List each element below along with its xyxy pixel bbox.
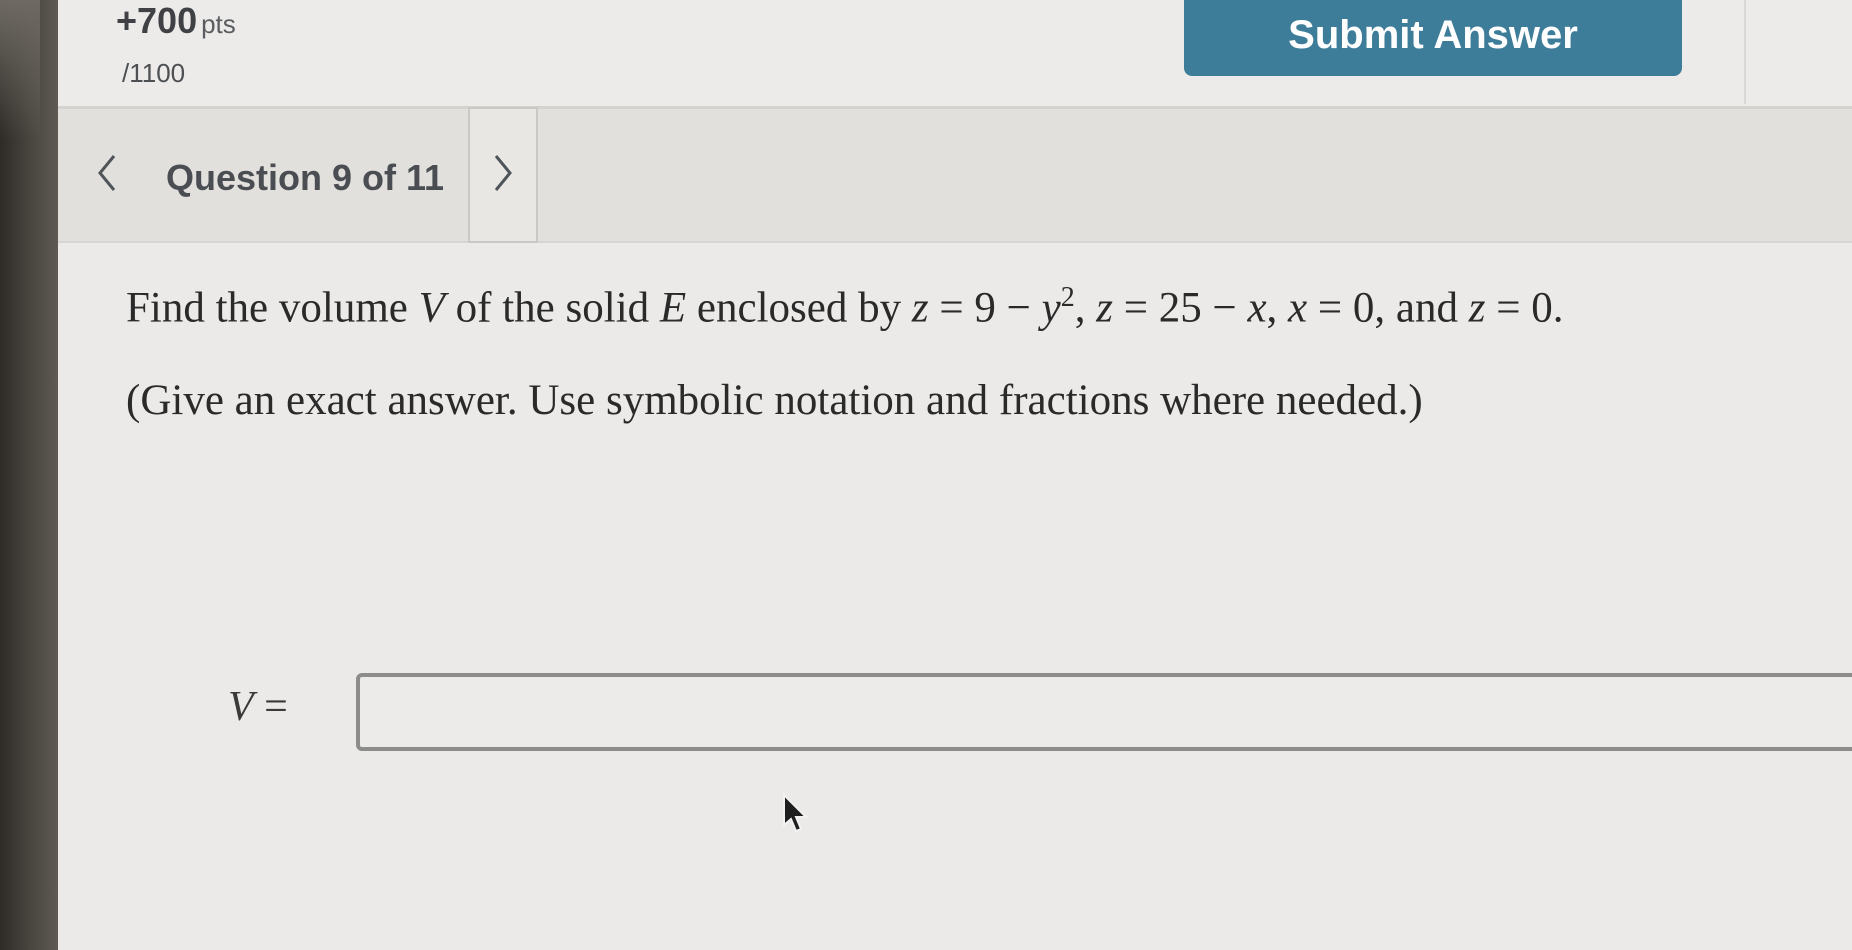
bezel-shade bbox=[0, 0, 40, 140]
points-total: /1100 bbox=[122, 58, 186, 88]
eq4-rhs: = 0. bbox=[1485, 284, 1564, 332]
eq1-lhs: z bbox=[911, 284, 929, 332]
points-value: +700 bbox=[116, 0, 198, 41]
chevron-left-icon bbox=[94, 152, 120, 199]
answer-instructions: (Give an exact answer. Use symbolic nota… bbox=[126, 377, 1423, 424]
prompt-text: of the solid bbox=[444, 284, 660, 332]
prompt-text: enclosed by bbox=[686, 284, 912, 332]
var-v: V bbox=[418, 284, 445, 332]
eq1-var: y bbox=[1041, 284, 1061, 332]
monitor-bezel bbox=[0, 0, 58, 950]
mouse-pointer-icon bbox=[782, 792, 810, 840]
separator: , bbox=[1074, 284, 1097, 332]
separator: , bbox=[1266, 284, 1289, 332]
previous-question-button[interactable] bbox=[72, 109, 142, 241]
question-area: Find the volume V of the solid E enclose… bbox=[58, 243, 1852, 950]
eq3-lhs: x bbox=[1288, 284, 1308, 332]
answer-equals: = bbox=[253, 684, 288, 730]
eq4-lhs: z bbox=[1468, 284, 1486, 332]
submit-answer-button[interactable]: Submit Answer bbox=[1184, 0, 1682, 76]
prompt-text: Find the volume bbox=[126, 284, 419, 332]
conjunction: , and bbox=[1374, 284, 1469, 332]
points-unit: pts bbox=[201, 9, 236, 39]
screen: +700 pts /1100 Submit Answer Question 9 o… bbox=[58, 0, 1852, 950]
next-question-button[interactable] bbox=[468, 107, 538, 243]
eq2-rhs: = 25 − bbox=[1112, 284, 1248, 332]
eq2-lhs: z bbox=[1096, 284, 1113, 332]
points-earned: +700 pts bbox=[116, 0, 236, 42]
eq3-rhs: = 0 bbox=[1307, 284, 1375, 332]
question-prompt: Find the volume V of the solid E enclose… bbox=[126, 281, 1564, 334]
eq1-rhs: = 9 − bbox=[928, 284, 1042, 332]
answer-label: V = bbox=[228, 683, 288, 731]
question-nav: Question 9 of 11 bbox=[58, 107, 1852, 243]
var-e: E bbox=[659, 284, 687, 332]
header-bar: +700 pts /1100 Submit Answer bbox=[58, 0, 1852, 109]
eq1-exponent: 2 bbox=[1060, 282, 1075, 313]
answer-input[interactable] bbox=[356, 673, 1852, 751]
eq2-var: x bbox=[1247, 284, 1267, 332]
question-counter: Question 9 of 11 bbox=[166, 157, 445, 198]
header-divider bbox=[1744, 0, 1746, 104]
chevron-right-icon bbox=[490, 152, 516, 199]
answer-var: V bbox=[228, 684, 254, 730]
